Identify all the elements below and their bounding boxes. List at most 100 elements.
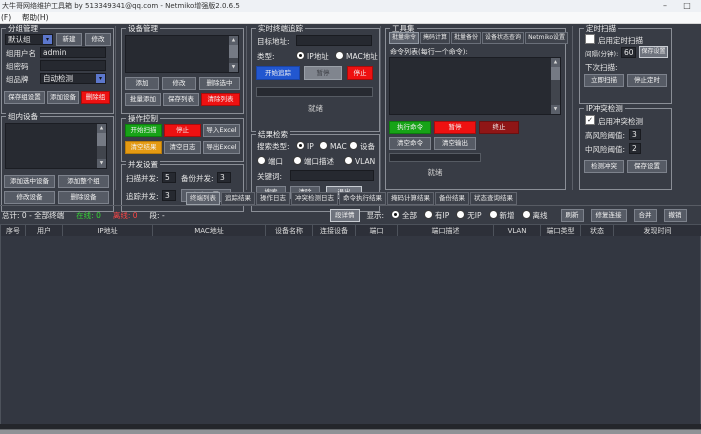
tab-batch-commands[interactable]: 批量命令 <box>389 32 420 44</box>
scroll-thumb[interactable] <box>229 45 238 58</box>
tab-terminal-list[interactable]: 终端列表 <box>186 192 220 205</box>
undo-button[interactable]: 撤销 <box>663 208 687 222</box>
save-schedule-button[interactable]: 保存设置 <box>639 46 668 58</box>
delete-device-button[interactable]: 删除设备 <box>58 191 109 204</box>
radio-show-no-ip[interactable]: 无IP <box>456 209 482 221</box>
stop-scan-button[interactable]: 停止 <box>164 124 201 137</box>
start-scan-button[interactable]: 开始扫描 <box>125 124 162 137</box>
column-header-port[interactable]: 端口 <box>355 224 398 237</box>
keyword-input[interactable] <box>290 170 374 181</box>
start-trace-button[interactable]: 开始追踪 <box>256 66 300 80</box>
refresh-button[interactable]: 刷新 <box>560 208 584 222</box>
tab-mask-calc[interactable]: 掩码计算 <box>420 32 451 44</box>
radio-ip-address[interactable]: IP地址 <box>296 51 329 61</box>
high-risk-input[interactable] <box>629 129 641 140</box>
terminal-table-body[interactable] <box>0 236 701 424</box>
tab-batch-backup[interactable]: 批量备份 <box>451 32 482 44</box>
export-excel-button[interactable]: 导出Excel <box>203 141 240 154</box>
column-header-port-type[interactable]: 端口类型 <box>540 224 581 237</box>
column-header-connected-device[interactable]: 连接设备 <box>312 224 356 237</box>
execute-command-button[interactable]: 执行命令 <box>389 121 431 134</box>
add-device-button[interactable]: 添加设备 <box>47 91 79 104</box>
tab-backup-results[interactable]: 备份结果 <box>435 192 469 205</box>
scroll-thumb[interactable] <box>551 67 560 80</box>
add-whole-group-button[interactable]: 添加整个组 <box>58 175 109 188</box>
enable-scheduled-scan-checkbox[interactable]: 启用定时扫描 <box>585 34 643 45</box>
scrollbar[interactable]: ▲ ▼ <box>551 58 560 114</box>
tab-operation-log[interactable]: 操作日志 <box>256 192 290 205</box>
merge-button[interactable]: 合并 <box>633 208 657 222</box>
radio-show-new[interactable]: 新增 <box>488 209 515 221</box>
radio-show-all[interactable]: 全部 <box>391 209 417 221</box>
column-header-vlan[interactable]: VLAN <box>493 224 541 237</box>
radio-show-offline[interactable]: 离线 <box>521 209 548 221</box>
scroll-up-icon[interactable]: ▲ <box>551 58 560 67</box>
column-header-status[interactable]: 状态 <box>580 224 614 237</box>
tab-trace-results[interactable]: 追踪结果 <box>221 192 255 205</box>
save-conflict-settings-button[interactable]: 保存设置 <box>627 160 667 173</box>
segment-detail-button[interactable]: 段详情 <box>330 208 360 222</box>
scroll-down-icon[interactable]: ▼ <box>97 159 106 168</box>
backup-concurrency-input[interactable] <box>217 172 231 183</box>
column-header-index[interactable]: 序号 <box>0 224 26 237</box>
clear-results-button[interactable]: 清空结果 <box>125 141 162 154</box>
tab-command-results[interactable]: 命令执行结果 <box>339 192 386 205</box>
save-list-button[interactable]: 保存列表 <box>163 93 199 106</box>
trace-concurrency-input[interactable] <box>162 190 176 201</box>
column-header-mac[interactable]: MAC地址 <box>152 224 266 237</box>
scrollbar[interactable]: ▲ ▼ <box>229 36 238 72</box>
radio-search-device[interactable]: 设备 <box>349 141 375 151</box>
tab-device-status-query[interactable]: 设备状态查询 <box>482 32 525 44</box>
column-header-user[interactable]: 用户 <box>25 224 63 237</box>
device-list[interactable]: ▲ ▼ <box>125 35 239 73</box>
stop-schedule-button[interactable]: 停止定时 <box>627 74 667 87</box>
group-username-input[interactable] <box>40 47 106 58</box>
tab-conflict-log[interactable]: 冲突检测日志 <box>291 192 338 205</box>
batch-add-button[interactable]: 批量添加 <box>125 93 161 106</box>
scroll-up-icon[interactable]: ▲ <box>229 36 238 45</box>
group-devices-list[interactable]: ▲ ▼ <box>5 123 107 169</box>
detect-conflict-button[interactable]: 检测冲突 <box>584 160 624 173</box>
add-button[interactable]: 添加 <box>125 77 159 90</box>
clear-log-button[interactable]: 清空日志 <box>164 141 201 154</box>
target-address-input[interactable] <box>296 35 372 46</box>
column-header-port-desc[interactable]: 端口描述 <box>397 224 494 237</box>
scroll-down-icon[interactable]: ▼ <box>551 105 560 114</box>
scan-concurrency-input[interactable] <box>162 172 176 183</box>
interval-input[interactable] <box>621 47 636 58</box>
chevron-down-icon[interactable]: ▾ <box>43 35 52 44</box>
radio-search-mac[interactable]: MAC <box>319 141 347 151</box>
group-brand-select[interactable]: 自动检测 ▾ <box>40 73 106 84</box>
scroll-up-icon[interactable]: ▲ <box>97 124 106 133</box>
stop-trace-button[interactable]: 停止 <box>347 66 373 80</box>
chevron-down-icon[interactable]: ▾ <box>96 74 105 83</box>
clear-commands-button[interactable]: 清空命令 <box>389 137 431 150</box>
menu-help[interactable]: 帮助(H) <box>22 12 49 23</box>
radio-search-ip[interactable]: IP <box>296 141 314 151</box>
maximize-button[interactable]: □ <box>678 0 696 12</box>
radio-search-port[interactable]: 端口 <box>257 156 283 166</box>
mid-risk-input[interactable] <box>629 143 641 154</box>
modify-button[interactable]: 修改 <box>162 77 196 90</box>
radio-search-vlan[interactable]: VLAN <box>344 156 375 166</box>
delete-group-button[interactable]: 删除组 <box>81 91 110 104</box>
column-header-ip[interactable]: IP地址 <box>62 224 153 237</box>
group-select[interactable]: 默认组 ▾ <box>5 34 53 45</box>
scroll-down-icon[interactable]: ▼ <box>229 63 238 72</box>
group-password-input[interactable] <box>40 60 106 71</box>
import-excel-button[interactable]: 导入Excel <box>203 124 240 137</box>
repair-connection-button[interactable]: 修复连接 <box>590 208 627 222</box>
scrollbar[interactable]: ▲ ▼ <box>97 124 106 168</box>
radio-show-has-ip[interactable]: 有IP <box>424 209 449 221</box>
pause-command-button[interactable]: 暂停 <box>434 121 476 134</box>
column-header-discovery-time[interactable]: 发现时间 <box>613 224 701 237</box>
tab-netmiko-settings[interactable]: Netmiko设置 <box>525 32 569 44</box>
tab-status-query-results[interactable]: 状态查询结果 <box>470 192 517 205</box>
tab-mask-results[interactable]: 掩码计算结果 <box>387 192 434 205</box>
pause-trace-button[interactable]: 暂停 <box>304 66 342 80</box>
menu-file[interactable]: (F) <box>1 12 11 23</box>
minimize-button[interactable]: – <box>656 0 674 12</box>
delete-selected-button[interactable]: 删除选中 <box>199 77 240 90</box>
scroll-thumb[interactable] <box>97 133 106 146</box>
save-group-settings-button[interactable]: 保存组设置 <box>4 91 45 104</box>
